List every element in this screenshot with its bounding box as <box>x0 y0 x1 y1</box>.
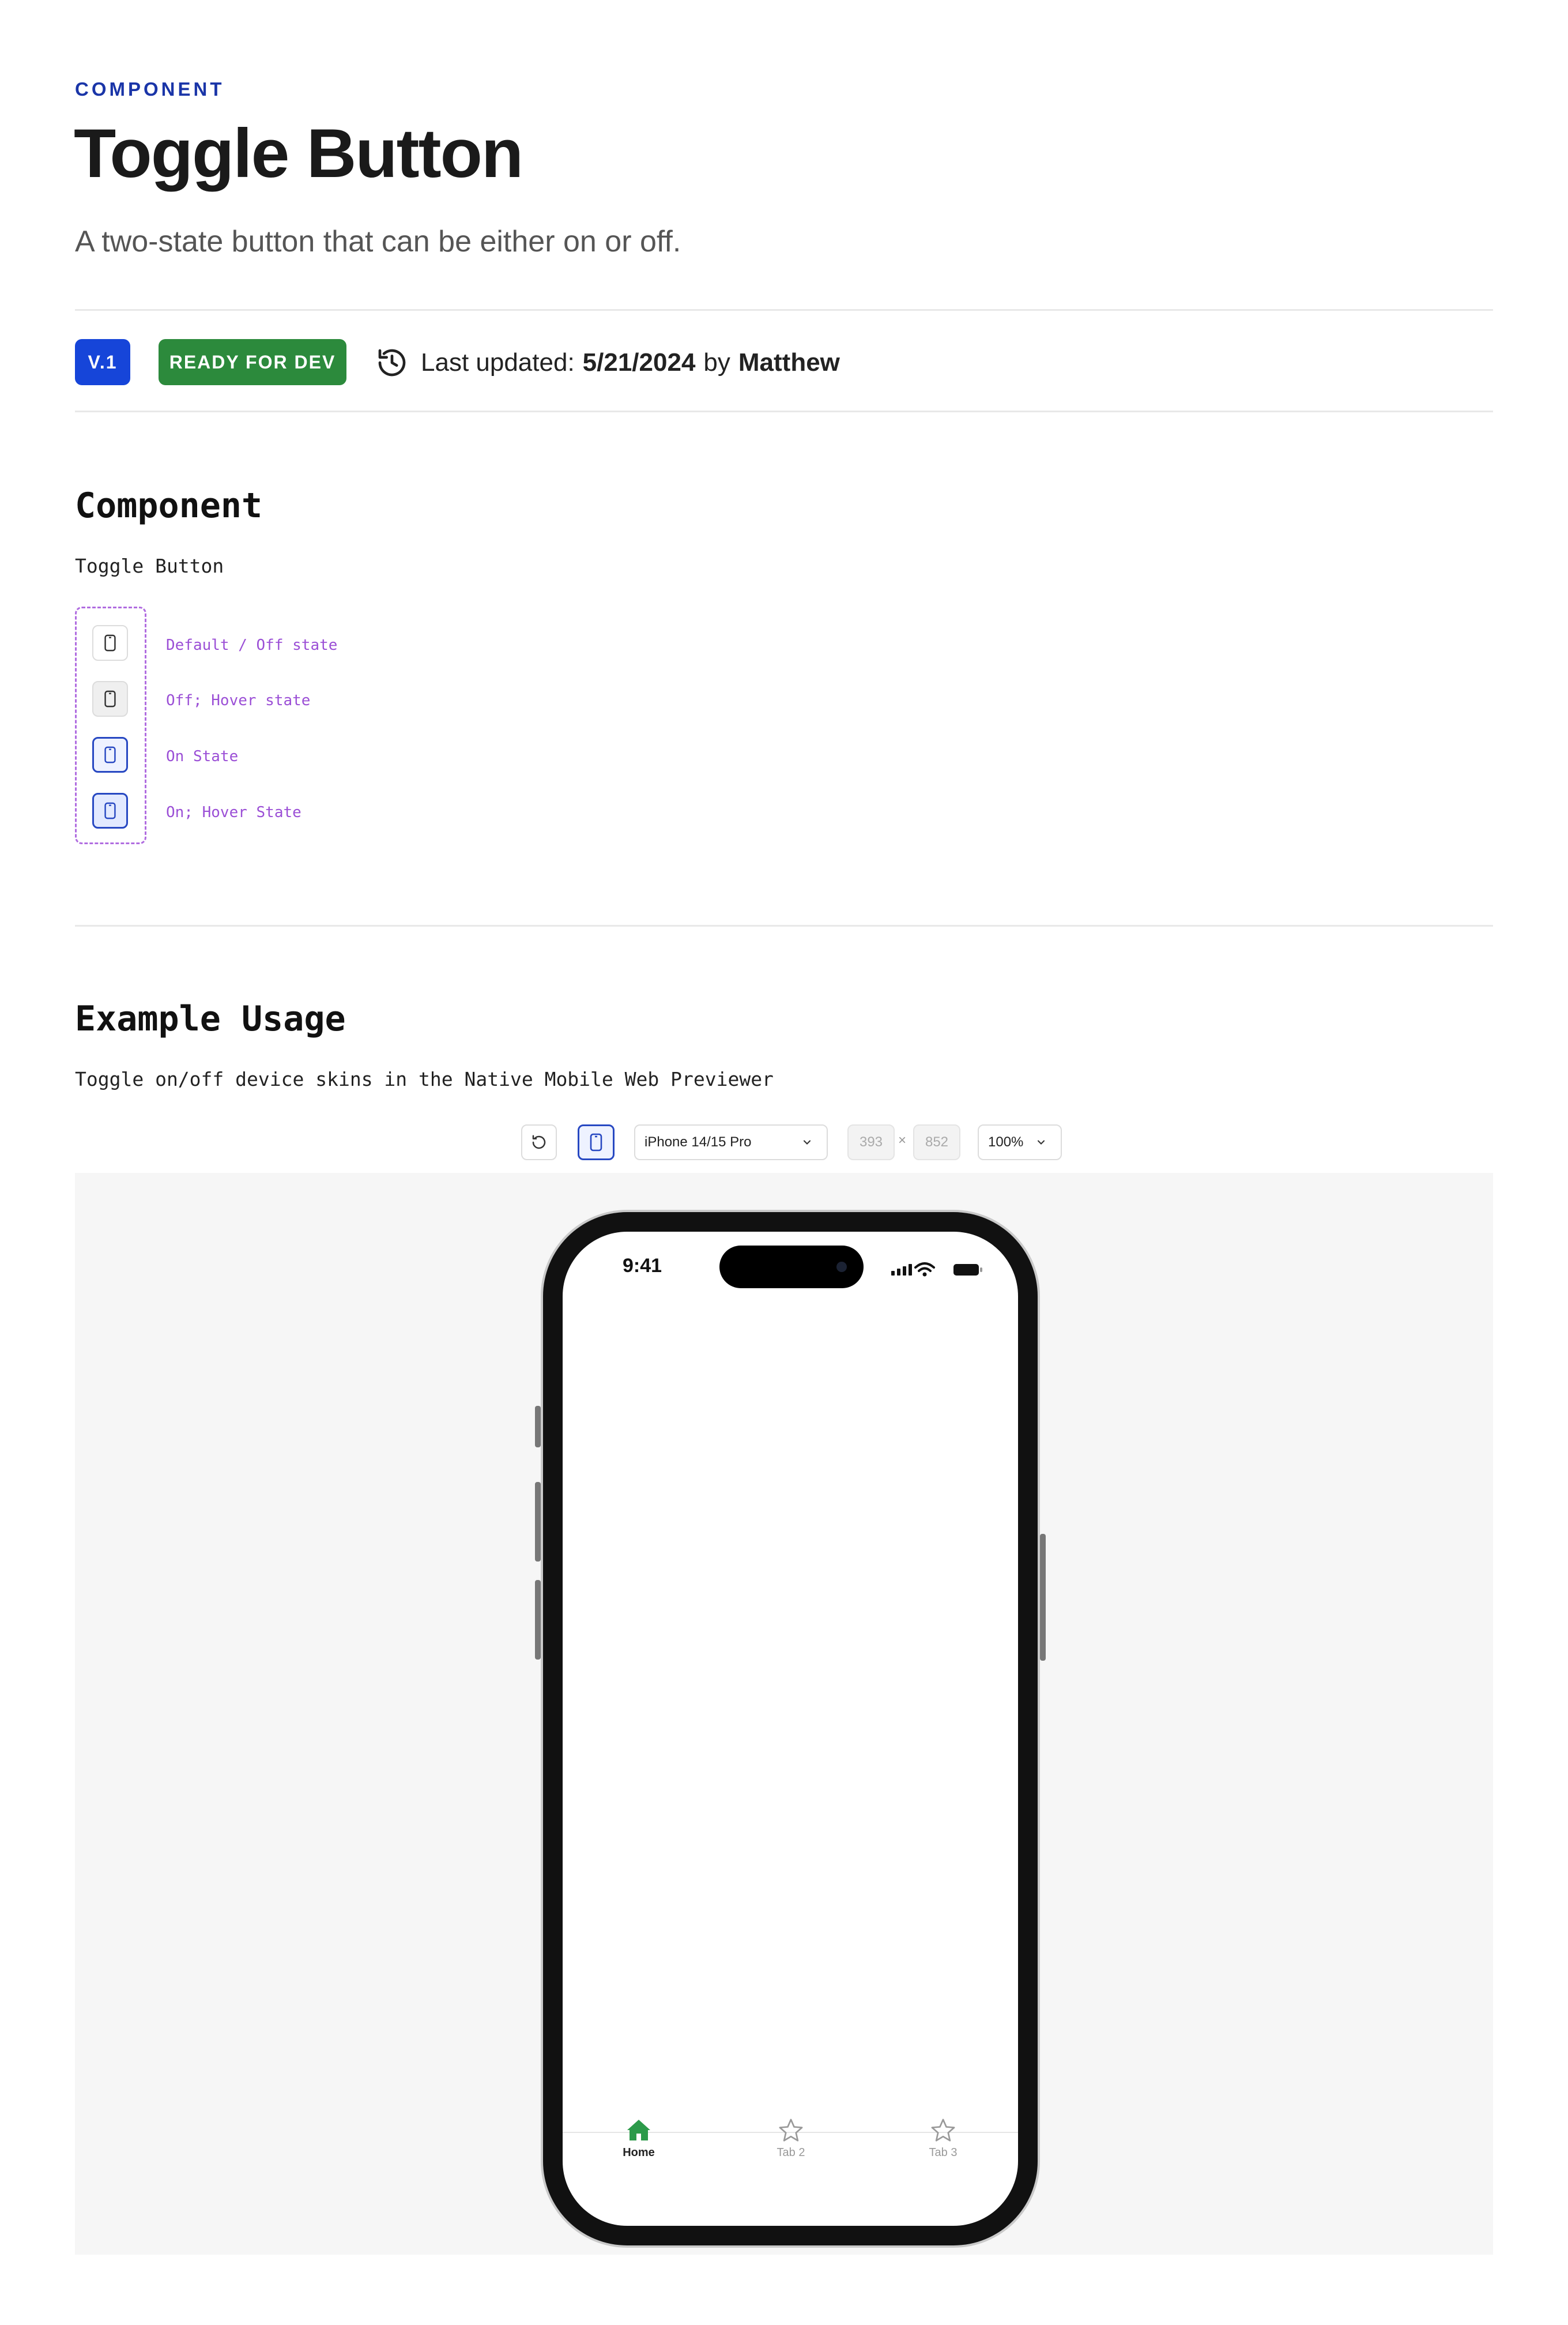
zoom-select-value: 100% <box>988 1134 1024 1150</box>
tab-label: Home <box>623 2146 655 2159</box>
history-icon <box>376 347 408 379</box>
updated-date: 5/21/2024 <box>582 348 696 377</box>
status-badge: READY FOR DEV <box>159 339 346 385</box>
variant-label: Default / Off state <box>166 637 338 654</box>
home-icon <box>627 2120 650 2140</box>
component-name: Toggle Button <box>75 555 224 577</box>
device-icon <box>104 634 116 652</box>
variant-label: Off; Hover state <box>166 692 311 709</box>
toggle-variant-off[interactable] <box>92 625 128 661</box>
device-skin-toggle[interactable] <box>578 1124 615 1160</box>
last-updated: Last updated: 5/21/2024 by Matthew <box>376 344 840 382</box>
device-icon <box>104 802 116 819</box>
toggle-variant-on-hover[interactable] <box>92 793 128 829</box>
times-sign: × <box>898 1133 907 1148</box>
status-time: 9:41 <box>623 1255 662 1277</box>
version-badge: V.1 <box>75 339 130 385</box>
example-description: Toggle on/off device skins in the Native… <box>75 1068 774 1090</box>
tab-2[interactable]: Tab 2 <box>733 2117 849 2160</box>
device-icon <box>590 1133 602 1152</box>
author-name: Matthew <box>738 348 840 377</box>
tab-label: Tab 3 <box>929 2146 958 2159</box>
zoom-select[interactable]: 100% <box>978 1124 1062 1160</box>
phone-frame <box>535 1210 1046 2248</box>
toggle-variant-off-hover[interactable] <box>92 681 128 717</box>
device-select-value: iPhone 14/15 Pro <box>644 1134 752 1150</box>
device-icon <box>104 690 116 708</box>
example-heading: Example Usage <box>75 999 346 1039</box>
divider <box>75 925 1493 927</box>
tab-3[interactable]: Tab 3 <box>885 2117 1001 2160</box>
by-label: by <box>703 348 730 377</box>
star-icon <box>931 2119 955 2142</box>
tab-home[interactable]: Home <box>581 2117 696 2160</box>
chevron-down-icon <box>803 1140 811 1145</box>
updated-label: Last updated: <box>421 348 575 377</box>
variant-label: On; Hover State <box>166 804 301 821</box>
divider <box>75 309 1493 311</box>
page-subtitle: A two-state button that can be either on… <box>75 225 681 258</box>
toggle-variant-on[interactable] <box>92 737 128 773</box>
page-eyebrow: COMPONENT <box>75 78 225 100</box>
chevron-down-icon <box>1037 1140 1045 1145</box>
page-title: Toggle Button <box>74 115 523 192</box>
star-icon <box>779 2119 803 2142</box>
height-input[interactable]: 852 <box>913 1124 960 1160</box>
variant-label: On State <box>166 748 239 765</box>
device-select[interactable]: iPhone 14/15 Pro <box>634 1124 828 1160</box>
rotate-icon <box>532 1135 546 1149</box>
rotate-button[interactable] <box>521 1124 557 1160</box>
tab-label: Tab 2 <box>777 2146 805 2159</box>
device-icon <box>104 746 116 763</box>
divider <box>75 411 1493 412</box>
width-input[interactable]: 393 <box>847 1124 895 1160</box>
component-heading: Component <box>75 486 263 526</box>
